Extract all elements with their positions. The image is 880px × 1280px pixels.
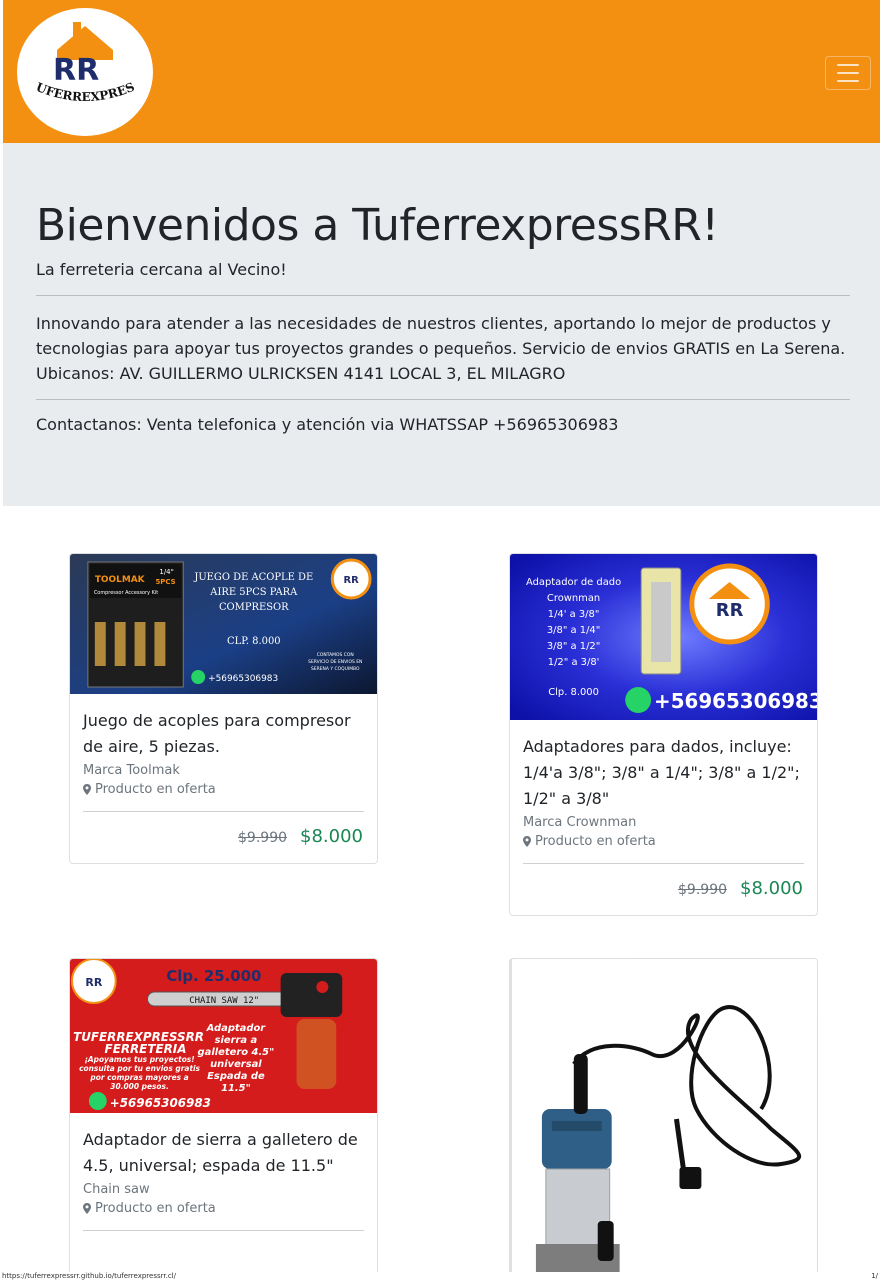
svg-text:Crownman: Crownman xyxy=(547,593,600,604)
product-title[interactable]: Adaptadores para dados, incluye: 1/4'a 3… xyxy=(523,734,804,812)
svg-text:FERRETERIA: FERRETERIA xyxy=(105,1042,187,1056)
svg-text:Compressor Accessory Kit: Compressor Accessory Kit xyxy=(94,590,158,596)
product-brand: Marca Crownman xyxy=(523,815,637,830)
product-image[interactable] xyxy=(512,959,817,1277)
brand-logo[interactable]: RR TUFERREXPRESS xyxy=(17,8,153,136)
svg-text:5PCS: 5PCS xyxy=(155,578,175,586)
svg-text:Clp. 8.000: Clp. 8.000 xyxy=(548,687,599,698)
sale-price: $8.000 xyxy=(740,878,803,899)
old-price: $9.990 xyxy=(238,830,288,846)
product-image[interactable]: TOOLMAK 1/4" 5PCS Compressor Accessory K… xyxy=(70,554,377,694)
status-bar: https://tuferrexpressrr.github.io/tuferr… xyxy=(0,1272,880,1280)
svg-text:+56965306983: +56965306983 xyxy=(654,690,817,713)
svg-text:JUEGO DE ACOPLE DE: JUEGO DE ACOPLE DE xyxy=(193,572,313,583)
description-line: Ubicanos: AV. GUILLERMO ULRICKSEN 4141 L… xyxy=(36,364,566,383)
product-card[interactable]: TOOLMAK 1/4" 5PCS Compressor Accessory K… xyxy=(69,553,378,864)
svg-text:3/8" a 1/4": 3/8" a 1/4" xyxy=(547,625,600,636)
router-image xyxy=(535,1005,802,1277)
old-price: $9.990 xyxy=(678,882,728,898)
product-title[interactable]: Juego de acoples para compresor de aire,… xyxy=(83,708,364,760)
svg-text:SERENA Y COQUIMBO: SERENA Y COQUIMBO xyxy=(311,666,360,672)
svg-text:1/4' a 3/8": 1/4' a 3/8" xyxy=(548,609,600,620)
svg-text:por compras mayores a: por compras mayores a xyxy=(89,1073,188,1082)
description-line: tecnologias para apoyar tus proyectos gr… xyxy=(36,339,846,358)
hamburger-icon xyxy=(837,64,859,66)
svg-text:AIRE 5PCS PARA: AIRE 5PCS PARA xyxy=(209,587,298,598)
product-card[interactable] xyxy=(509,958,818,1278)
svg-text:30.000 pesos.: 30.000 pesos. xyxy=(110,1082,169,1091)
map-marker-icon xyxy=(523,836,531,847)
map-marker-icon xyxy=(83,1203,91,1214)
hero-lead: La ferreteria cercana al Vecino! xyxy=(36,260,287,279)
offer-tag: Producto en oferta xyxy=(83,1201,364,1216)
menu-toggle-button[interactable] xyxy=(825,56,871,90)
svg-text:Espada de: Espada de xyxy=(207,1071,265,1082)
divider xyxy=(36,295,850,296)
offer-label: Producto en oferta xyxy=(95,1201,216,1216)
divider xyxy=(83,1230,364,1231)
status-url: https://tuferrexpressrr.github.io/tuferr… xyxy=(2,1272,176,1280)
svg-text:SERVICIO DE ENVIOS EN: SERVICIO DE ENVIOS EN xyxy=(308,659,362,665)
svg-text:3/8" a 1/2": 3/8" a 1/2" xyxy=(547,641,600,652)
product-image[interactable]: Adaptador de dado Crownman 1/4' a 3/8" 3… xyxy=(510,554,817,720)
offer-label: Producto en oferta xyxy=(95,782,216,797)
page-indicator: 1/ xyxy=(871,1272,878,1280)
svg-text:1/4": 1/4" xyxy=(159,568,173,576)
svg-text:+56965306983: +56965306983 xyxy=(110,1096,211,1110)
svg-text:¡Apoyamos tus proyectos!: ¡Apoyamos tus proyectos! xyxy=(84,1055,194,1064)
svg-text:1/2" a 3/8': 1/2" a 3/8' xyxy=(548,657,600,668)
svg-text:galletero 4.5": galletero 4.5" xyxy=(198,1047,275,1058)
price-row: $9.990 $8.000 xyxy=(510,864,817,915)
page-title: Bienvenidos a TuferrexpressRR! xyxy=(36,200,719,251)
svg-text:TOOLMAK: TOOLMAK xyxy=(95,575,146,585)
svg-text:Clp. 25.000: Clp. 25.000 xyxy=(166,967,261,985)
svg-text:11.5": 11.5" xyxy=(221,1083,251,1094)
product-image[interactable]: RR Clp. 25.000 CHAIN SAW 12" TUFERREXPRE… xyxy=(70,959,377,1113)
map-marker-icon xyxy=(83,784,91,795)
svg-text:RR: RR xyxy=(716,600,744,621)
product-card[interactable]: RR Clp. 25.000 CHAIN SAW 12" TUFERREXPRE… xyxy=(69,958,378,1278)
svg-text:sierra a: sierra a xyxy=(215,1035,258,1046)
svg-text:CHAIN SAW 12": CHAIN SAW 12" xyxy=(189,996,259,1006)
product-brand: Chain saw xyxy=(83,1182,150,1197)
svg-text:RR: RR xyxy=(85,976,102,989)
svg-text:COMPRESOR: COMPRESOR xyxy=(219,602,289,613)
description-line: Innovando para atender a las necesidades… xyxy=(36,314,831,333)
offer-tag: Producto en oferta xyxy=(83,782,364,797)
svg-text:CLP. 8.000: CLP. 8.000 xyxy=(227,636,281,647)
svg-text:RR: RR xyxy=(344,575,360,586)
product-card[interactable]: Adaptador de dado Crownman 1/4' a 3/8" 3… xyxy=(509,553,818,916)
product-title[interactable]: Adaptador de sierra a galletero de 4.5, … xyxy=(83,1127,364,1179)
svg-text:universal: universal xyxy=(210,1059,262,1070)
sale-price: $8.000 xyxy=(300,826,363,847)
hero-section: Bienvenidos a TuferrexpressRR! La ferret… xyxy=(3,143,880,506)
svg-text:Adaptador: Adaptador xyxy=(206,1023,267,1034)
offer-tag: Producto en oferta xyxy=(523,834,804,849)
logo-initials: RR xyxy=(53,53,99,88)
hero-description: Innovando para atender a las necesidades… xyxy=(36,311,846,386)
product-brand: Marca Toolmak xyxy=(83,763,180,778)
divider xyxy=(36,399,850,400)
price-row: $9.990 $8.000 xyxy=(70,812,377,863)
offer-label: Producto en oferta xyxy=(535,834,656,849)
hero-contact: Contactanos: Venta telefonica y atención… xyxy=(36,415,619,434)
svg-text:+56965306983: +56965306983 xyxy=(208,674,278,684)
navbar: RR TUFERREXPRESS xyxy=(3,0,880,143)
svg-text:Adaptador de dado: Adaptador de dado xyxy=(526,577,621,588)
logo-graphic: RR TUFERREXPRESS xyxy=(17,8,136,104)
svg-text:consulta por tu envios gratis: consulta por tu envios gratis xyxy=(79,1064,200,1073)
svg-text:CONTAMOS CON: CONTAMOS CON xyxy=(317,652,354,658)
